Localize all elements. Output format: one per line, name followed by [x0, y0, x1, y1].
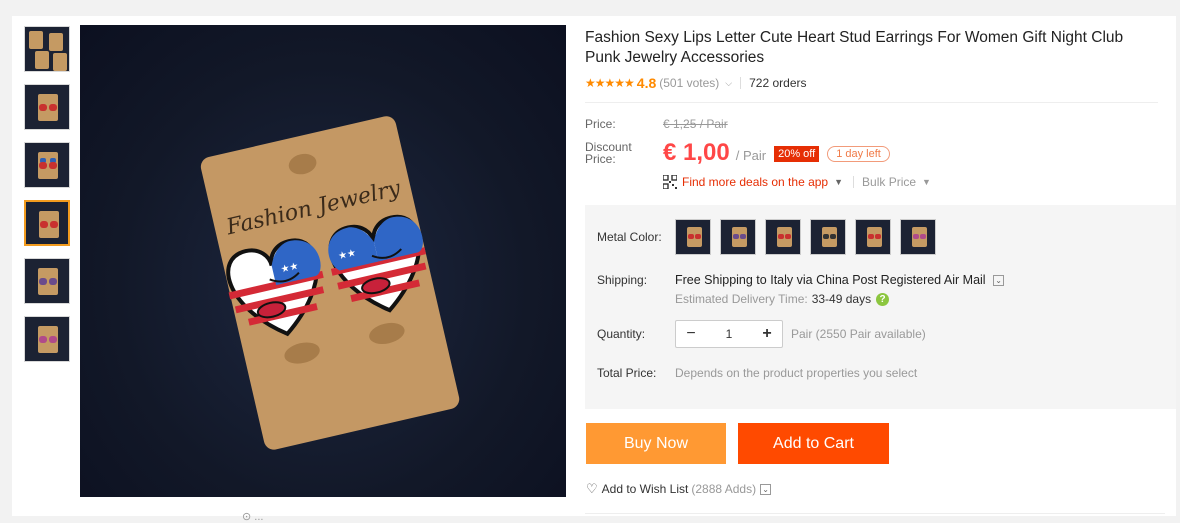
quantity-plus-button[interactable]: + — [752, 325, 782, 343]
total-price-row: Total Price: Depends on the product prop… — [597, 366, 1176, 380]
color-swatch-2[interactable] — [720, 219, 756, 255]
total-price-label: Total Price: — [597, 366, 657, 380]
options-panel: Metal Color: Shipping: Free Shipping to … — [585, 205, 1176, 409]
caret-down-icon[interactable]: ▼ — [922, 177, 931, 187]
shipping-destination: Italy via China Post Registered Air Mail — [770, 273, 986, 287]
divider — [853, 176, 855, 188]
wishlist-count: (2888 Adds) — [691, 482, 757, 496]
chevron-down-icon[interactable]: ⌄ — [760, 483, 772, 495]
divider — [740, 77, 742, 89]
product-page: Fashion Jewelry ★★ ★★ ⊙ ... Fashion Sexy… — [12, 16, 1176, 523]
wishlist-row[interactable]: ♡ Add to Wish List (2888 Adds) ⌄ — [586, 481, 772, 497]
free-shipping-text: Free Shipping to — [675, 273, 767, 287]
thumbnail-5[interactable] — [24, 258, 70, 304]
quantity-label: Quantity: — [597, 327, 646, 341]
current-price: € 1,00 — [663, 139, 730, 166]
price-unit: / Pair — [735, 148, 767, 163]
app-deals-row: Find more deals on the app ▼ Bulk Price … — [663, 175, 1165, 189]
quantity-stepper: − + — [675, 320, 783, 348]
color-swatch-4[interactable] — [810, 219, 846, 255]
quantity-minus-button[interactable]: − — [676, 325, 706, 343]
orders-count: 722 orders — [749, 76, 807, 90]
quantity-input[interactable] — [706, 327, 752, 341]
heart-plus-icon[interactable]: ♡ — [586, 481, 598, 497]
delivery-days: 33-49 days — [811, 292, 872, 306]
total-price-text: Depends on the product properties you se… — [675, 366, 918, 380]
time-left-badge: 1 day left — [827, 146, 890, 162]
votes-count[interactable]: (501 votes) — [659, 76, 719, 90]
price-label: Price: — [585, 117, 616, 131]
divider — [585, 513, 1165, 514]
chevron-down-icon[interactable]: ⌵ — [725, 78, 732, 89]
thumbnail-strip — [24, 26, 72, 374]
product-info: Fashion Sexy Lips Letter Cute Heart Stud… — [585, 16, 1165, 203]
thumbnail-1[interactable] — [24, 26, 70, 72]
buy-now-button[interactable]: Buy Now — [586, 423, 726, 464]
color-swatch-3[interactable] — [765, 219, 801, 255]
find-deals-link[interactable]: Find more deals on the app — [682, 175, 828, 189]
caret-down-icon[interactable]: ▼ — [834, 177, 843, 187]
help-icon[interactable]: ? — [876, 292, 890, 306]
product-title: Fashion Sexy Lips Letter Cute Heart Stud… — [585, 29, 1124, 66]
thumbnail-3[interactable] — [24, 142, 70, 188]
shipping-row: Shipping: Free Shipping to Italy via Chi… — [597, 273, 1176, 287]
color-swatch-6[interactable] — [900, 219, 936, 255]
thumbnail-6[interactable] — [24, 316, 70, 362]
quantity-row: Quantity: − + Pair (2550 Pair available) — [597, 320, 1176, 348]
metal-color-label: Metal Color: — [597, 230, 662, 244]
image-caption: ⊙ ... — [242, 511, 264, 523]
delivery-estimate: Estimated Delivery Time: 33-49 days ? — [675, 292, 1176, 306]
action-buttons: Buy Now Add to Cart — [586, 423, 889, 464]
thumbnail-2[interactable] — [24, 84, 70, 130]
add-to-cart-button[interactable]: Add to Cart — [738, 423, 889, 464]
chevron-down-icon[interactable]: ⌄ — [993, 275, 1005, 287]
discount-price-label: Discount Price: — [585, 140, 632, 166]
delivery-label: Estimated Delivery Time: — [675, 292, 808, 306]
quantity-available: Pair (2550 Pair available) — [791, 327, 926, 341]
original-price: € 1,25 / Pair — [663, 117, 728, 131]
price-block: Price: € 1,25 / Pair Discount Price: € 1… — [585, 103, 1165, 203]
rating-value: 4.8 — [636, 75, 657, 91]
metal-color-row: Metal Color: — [597, 219, 1176, 255]
color-swatch-5[interactable] — [855, 219, 891, 255]
qr-code-icon — [663, 175, 677, 189]
wishlist-link[interactable]: Add to Wish List — [602, 482, 689, 496]
shipping-method[interactable]: Free Shipping to Italy via China Post Re… — [675, 273, 1005, 287]
color-swatch-1[interactable] — [675, 219, 711, 255]
main-product-image[interactable]: Fashion Jewelry ★★ ★★ — [80, 25, 566, 497]
earrings-photo-illustration: Fashion Jewelry ★★ ★★ — [200, 116, 460, 450]
shipping-label: Shipping: — [597, 273, 648, 287]
discount-badge: 20% off — [774, 146, 820, 162]
bulk-price-link[interactable]: Bulk Price — [862, 175, 916, 189]
star-rating-icon: ★★★★★ — [585, 76, 635, 90]
thumbnail-4[interactable] — [24, 200, 70, 246]
rating-row: ★★★★★ 4.8 (501 votes) ⌵ 722 orders — [585, 74, 1165, 92]
